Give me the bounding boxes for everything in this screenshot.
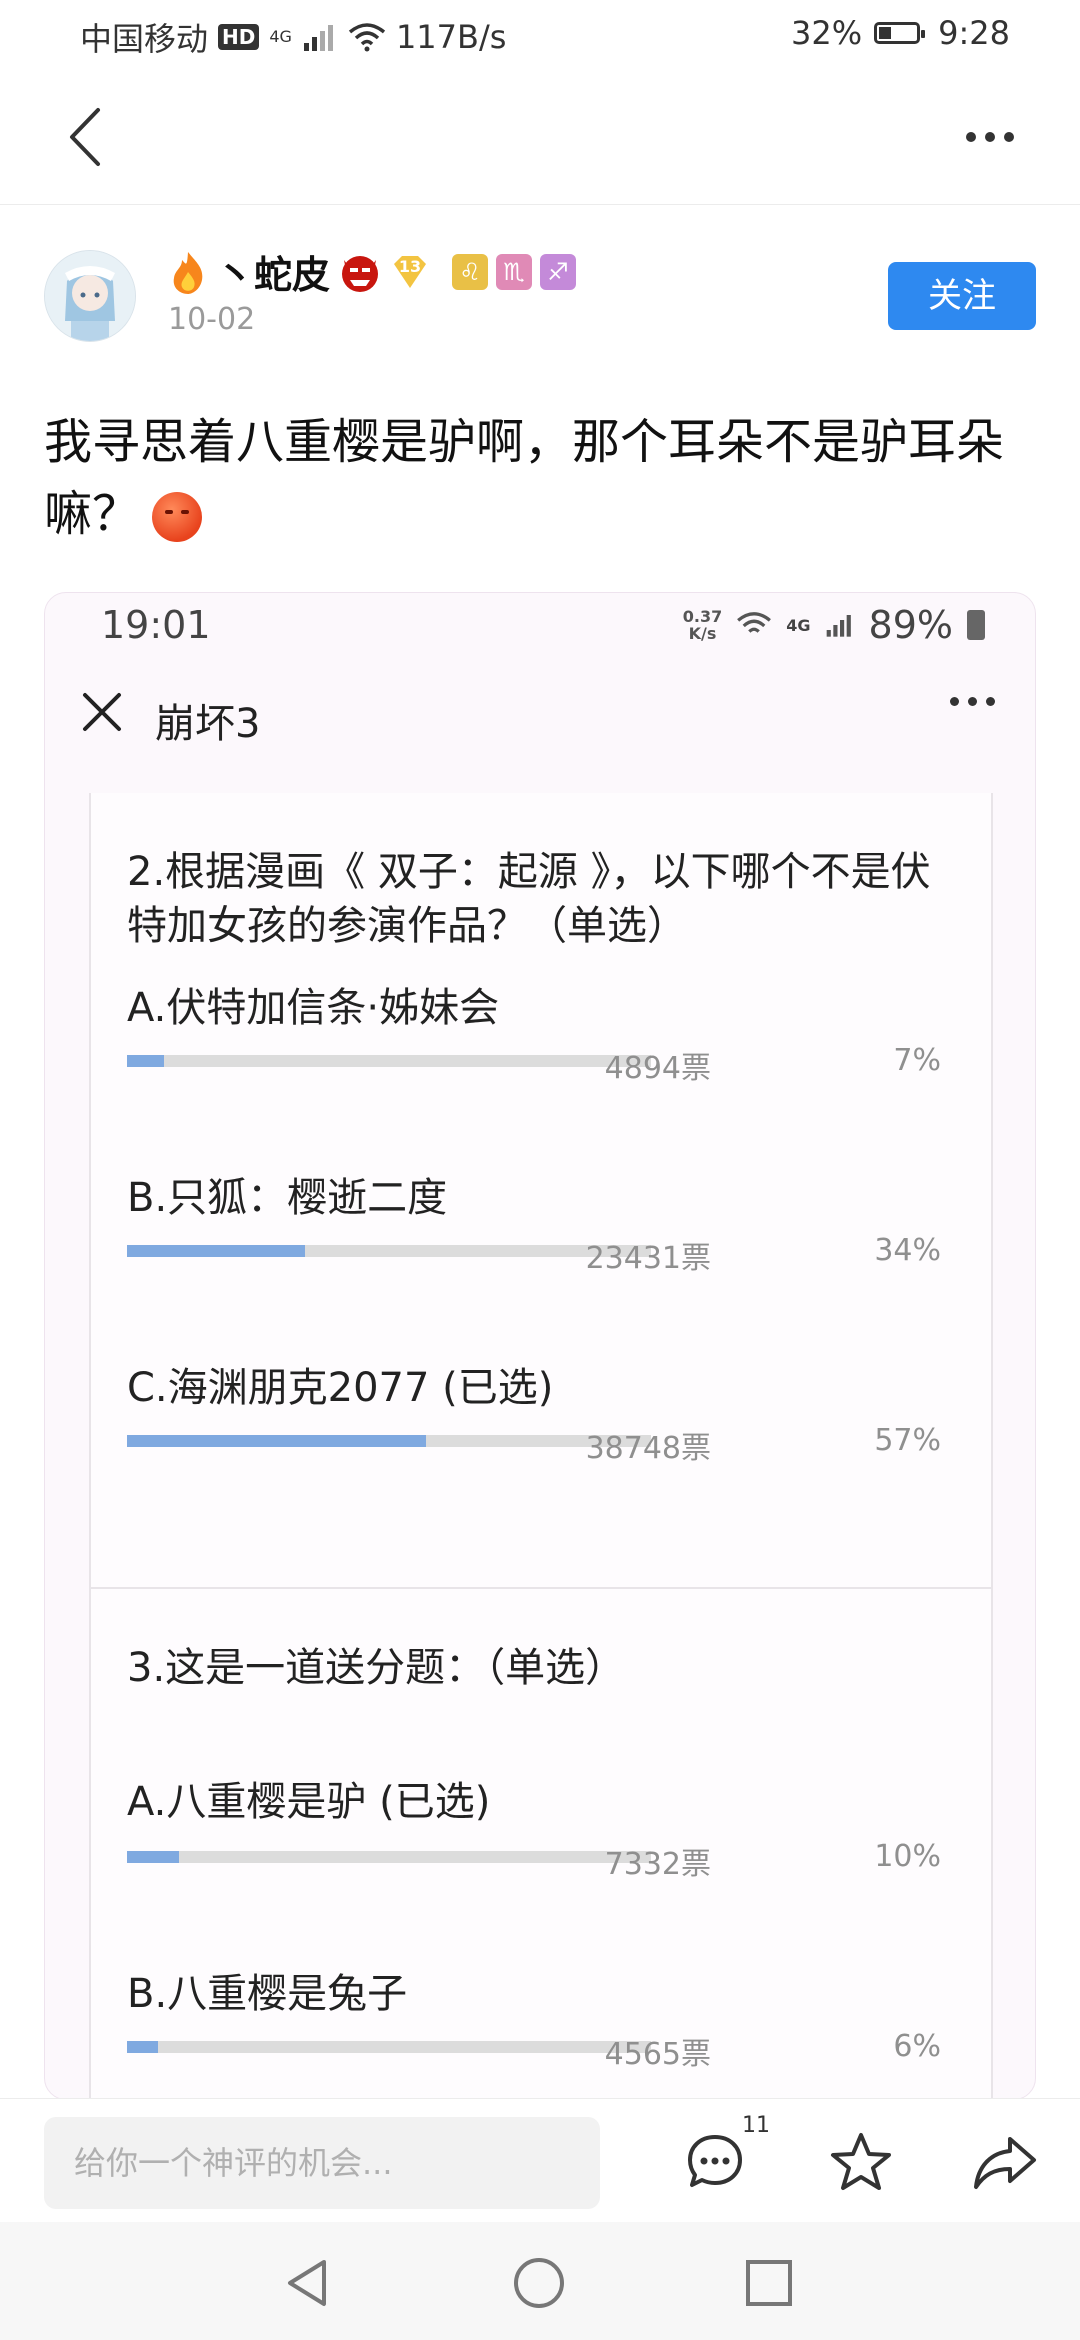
hd-badge: HD [218,24,260,50]
poll-percent: 10% [874,1839,941,1874]
author-name[interactable]: 丶蛇皮 [216,244,330,299]
poll-bar-fill [127,1245,306,1257]
carrier-name: 中国移动 [80,20,209,58]
poll-votes: 23431票 [585,1241,711,1276]
poll-percent: 57% [874,1423,941,1458]
comment-icon [688,2135,742,2187]
fire-icon [173,251,203,294]
embedded-battery-icon [967,610,985,640]
embedded-net-speed-unit: K/s [688,624,717,643]
comment-button[interactable] [680,2127,750,2197]
poll-question-card: 2.根据漫画《 双子：起源 》，以下哪个不是伏特加女孩的参演作品？（单选） A.… [89,793,993,1589]
chevron-left-icon [70,108,100,166]
more-horizontal-icon [966,132,976,142]
share-button[interactable] [970,2127,1040,2197]
embedded-title-bar: 崩坏3 [45,657,1035,777]
avatar-image [45,251,135,341]
more-dot [985,132,995,142]
bottom-action-bar: 11 [0,2098,1080,2223]
battery-percent: 32% [791,14,863,52]
share-icon [974,2137,1036,2189]
embedded-time: 19:01 [101,603,211,647]
poll-question-card: 3.这是一道送分题：（单选） A.八重樱是驴 (已选) 7332票 10% B.… [89,1589,993,2099]
poll-bar-fill [127,1851,180,1863]
more-dot [1004,132,1014,142]
comment-count: 11 [742,2113,770,2138]
avatar[interactable] [44,250,136,342]
status-left: 中国移动 HD 4G 117B/s [80,14,506,60]
leo-badge-icon: ♌ [452,253,489,290]
poll-option-label: A.伏特加信条·姊妹会 [127,985,500,1031]
recents-square-icon[interactable] [744,2258,794,2308]
back-button[interactable] [60,102,120,172]
poll-votes: 38748票 [585,1431,711,1466]
poll-option-label: C.海渊朋克2077 (已选) [127,1365,554,1411]
signal-icon [303,25,333,51]
more-dot [986,697,995,706]
clock-time: 9:28 [938,14,1010,52]
post-text: 我寻思着八重樱是驴啊，那个耳朵不是驴耳朵嘛？ [44,406,1044,550]
comment-input[interactable] [44,2117,594,2209]
back-triangle-icon[interactable] [282,2256,332,2310]
poll-votes: 4565票 [604,2037,711,2072]
devil-emoji-icon [342,255,379,292]
more-button[interactable] [955,112,1025,162]
embedded-status-right: 0.37 K/s 4G 89% [683,603,985,647]
poll-bar-fill [127,1055,164,1067]
embedded-network-type: 4G [786,615,811,635]
more-horizontal-icon [950,697,995,706]
scorpio-badge-icon: ♏ [496,253,533,290]
system-nav-bar [0,2222,1080,2340]
poll-option-label: B.只狐：樱逝二度 [127,1175,448,1221]
poll-option-label: B.八重樱是兔子 [127,1971,408,2017]
comment-input-box[interactable] [44,2117,600,2209]
wifi-icon [737,612,772,633]
network-type: 4G [269,27,292,46]
post-date: 10-02 [168,302,256,337]
poll-percent: 34% [874,1233,941,1268]
battery-icon [874,22,926,44]
level-badge: 13 [390,252,430,292]
more-dot [950,697,959,706]
poll-votes: 4894票 [604,1051,711,1086]
smirk-emoji-icon [152,492,203,542]
poll-bar-fill [127,2041,159,2053]
sagittarius-badge-icon: ♐ [540,253,577,290]
level-number: 13 [398,256,422,276]
author-name-row: 丶蛇皮 13 ♌ ♏ ♐ [168,244,577,299]
close-icon [83,693,121,731]
status-bar: 中国移动 HD 4G 117B/s 32% 9:28 [0,0,1080,72]
network-speed: 117B/s [395,18,507,56]
poll-votes: 7332票 [604,1847,711,1882]
battery-level-fill [879,27,892,39]
poll-question-title: 3.这是一道送分题：（单选） [127,1645,626,1691]
embedded-page-title: 崩坏3 [155,701,261,747]
signal-icon [826,615,851,637]
post-image[interactable]: 19:01 0.37 K/s 4G 89% 崩坏3 2.根据漫画《 双子：起源 … [44,592,1036,2100]
poll-bar-fill [127,1435,426,1447]
embedded-net-speed: 0.37 K/s [683,608,722,642]
favorite-button[interactable] [826,2127,896,2197]
follow-button[interactable]: 关注 [888,262,1036,330]
home-circle-icon[interactable] [512,2256,566,2310]
poll-percent: 6% [893,2029,941,2064]
top-nav-bar [0,72,1080,205]
status-right: 32% 9:28 [791,14,1010,52]
more-dot [968,697,977,706]
poll-option-label: A.八重樱是驴 (已选) [127,1779,491,1825]
star-icon [831,2133,891,2190]
wifi-icon [348,23,386,52]
embedded-status-bar: 19:01 0.37 K/s 4G 89% [45,593,1035,657]
poll-percent: 7% [893,1043,941,1078]
embedded-net-speed-value: 0.37 [682,607,723,626]
poll-question-title: 2.根据漫画《 双子：起源 》，以下哪个不是伏特加女孩的参演作品？（单选） [127,849,931,949]
embedded-battery-percent: 89% [868,603,953,647]
